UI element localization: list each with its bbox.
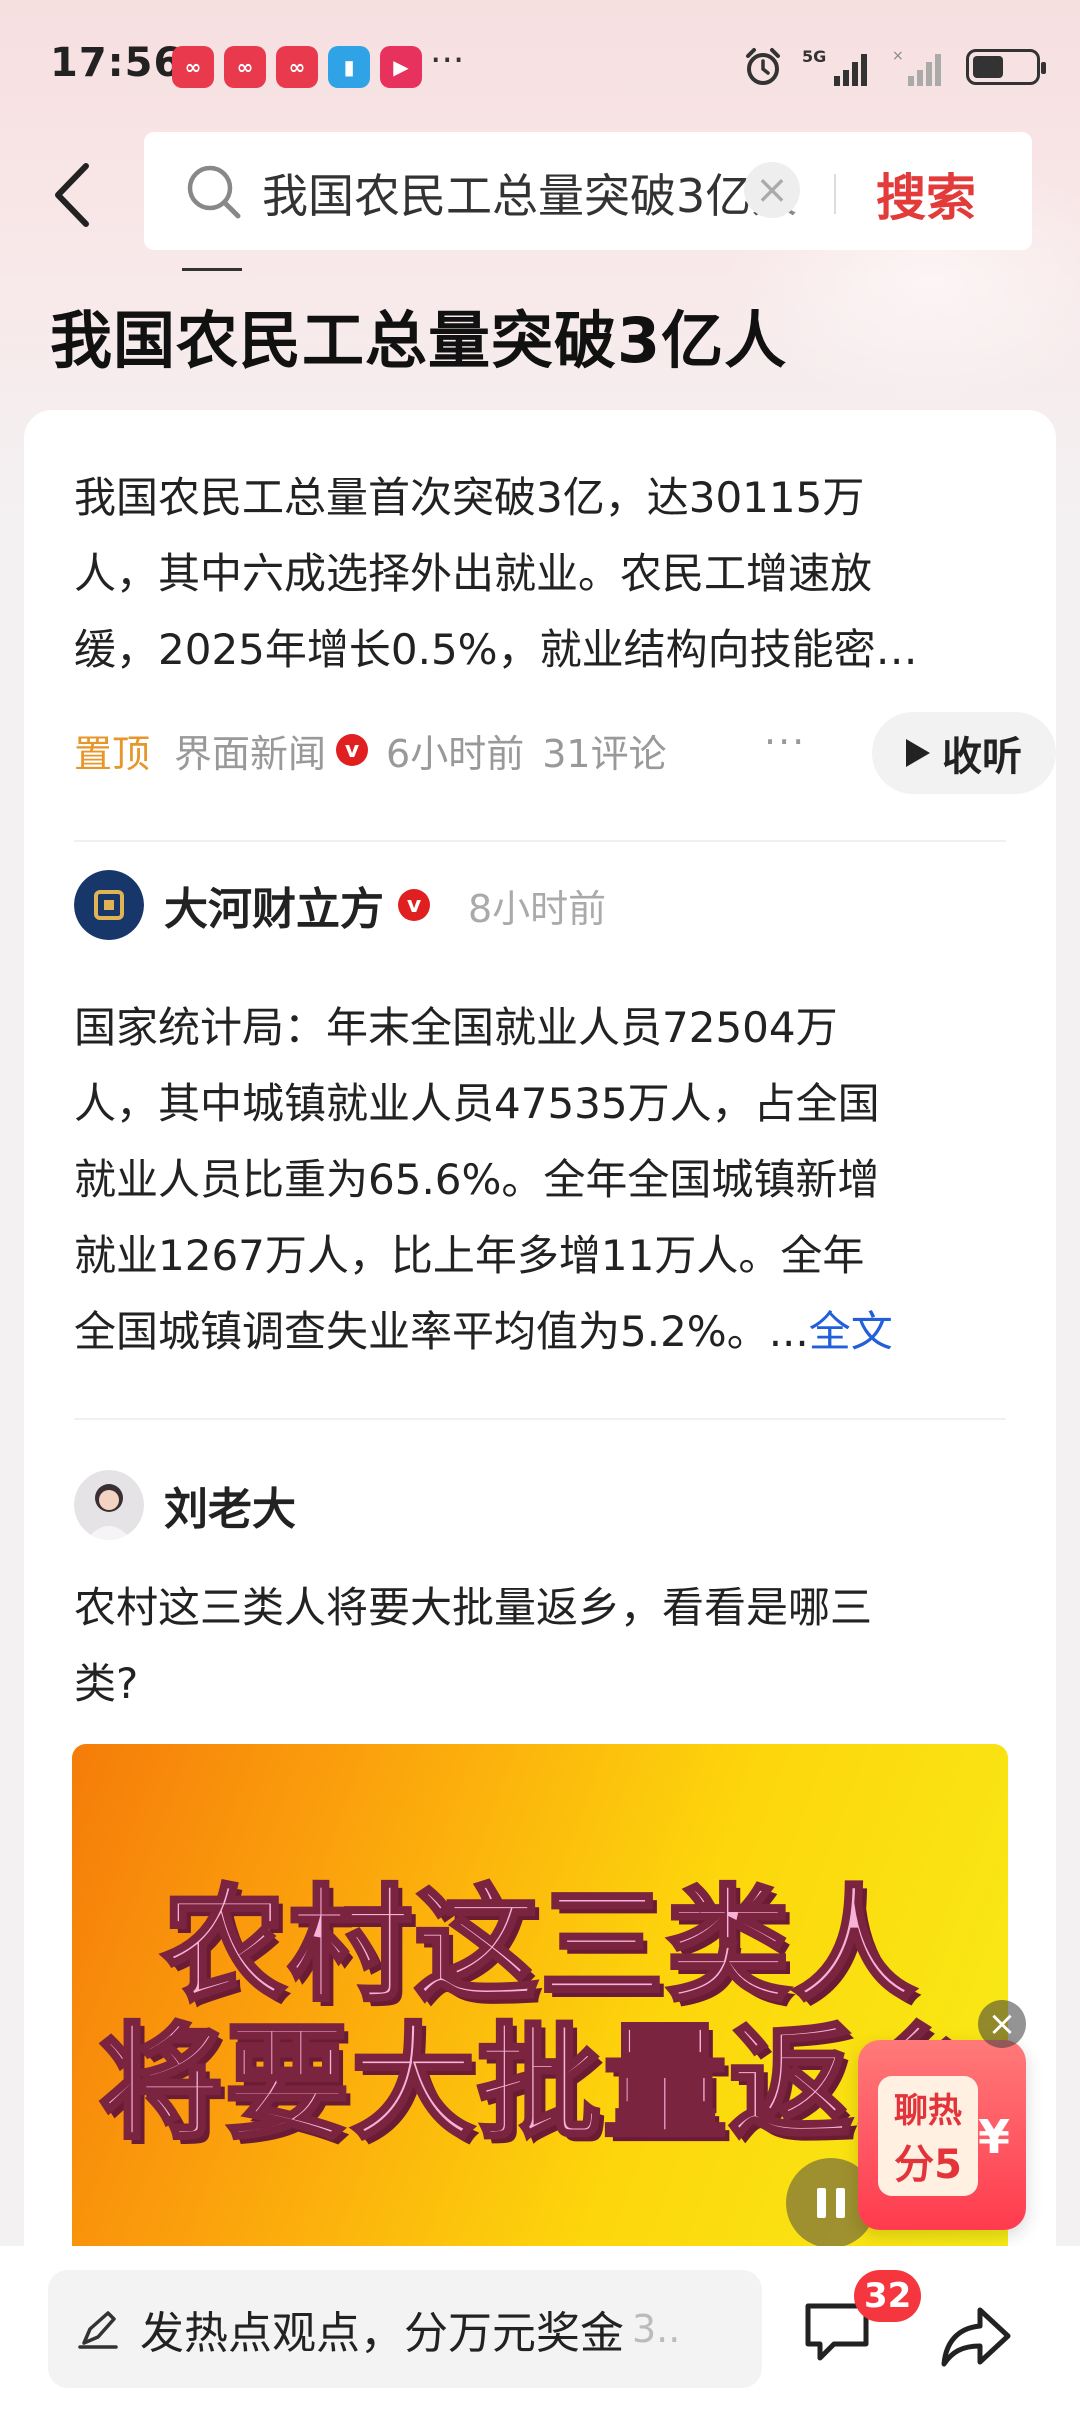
more-notifications-icon: ··· — [430, 40, 465, 81]
notification-icons: ∞ ∞ ∞ ▮ ▶ — [172, 46, 422, 88]
search-button[interactable]: 搜索 — [876, 158, 976, 230]
system-icons: 5G × — [742, 46, 1046, 88]
post-line: 人，其中城镇就业人员47535万人，占全国 — [74, 1079, 880, 1128]
divider — [74, 840, 1006, 842]
source-name[interactable]: 界面新闻 — [174, 723, 326, 778]
svg-text:×: × — [892, 48, 904, 64]
more-options-icon[interactable]: ··· — [764, 720, 806, 764]
author-name[interactable]: 刘老大 — [164, 1473, 296, 1537]
yen-icon: ¥ — [978, 2110, 1011, 2164]
avatar[interactable] — [74, 1470, 144, 1540]
avatar[interactable] — [74, 870, 144, 940]
pinned-label: 置顶 — [74, 731, 151, 776]
comment-suffix: 3.. — [632, 2307, 681, 2351]
back-arrow-icon[interactable] — [48, 160, 98, 230]
full-text-link[interactable]: 全文 — [809, 1307, 893, 1356]
battery-icon — [966, 49, 1046, 85]
status-bar: 17:56 ∞ ∞ ∞ ▮ ▶ ··· 5G × — [0, 0, 1080, 130]
comment-input[interactable]: 发热点观点，分万元奖金 3.. — [48, 2270, 762, 2388]
search-input[interactable]: 我国农民工总量突破3亿人 × 搜索 — [144, 132, 1032, 250]
listen-button[interactable]: 收听 — [872, 712, 1056, 794]
video-icon: ▶ — [380, 46, 422, 88]
post-header[interactable]: 大河财立方 v 8小时前 — [74, 870, 606, 940]
reward-line-1: 聊热 — [894, 2090, 962, 2131]
verified-icon: v — [336, 734, 369, 766]
results-card: 我国农民工总量首次突破3亿，达30115万 人，其中六成选择外出就业。农民工增速… — [24, 410, 1056, 2344]
post-header[interactable]: 刘老大 — [74, 1470, 310, 1540]
post-line: 农村这三类人将要大批量返乡，看看是哪三 — [74, 1583, 873, 1632]
pause-icon — [817, 2188, 826, 2218]
close-icon[interactable]: × — [978, 2000, 1026, 2048]
post-line-last: 全国城镇调查失业率平均值为5.2%。...全文 — [74, 1294, 1014, 1370]
post-line: 国家统计局：年末全国就业人员72504万 — [74, 1003, 838, 1052]
status-time: 17:56 — [50, 40, 183, 86]
signal-weak-icon: × — [892, 48, 941, 86]
reward-card: 聊热 分5 — [878, 2076, 978, 2196]
listen-label: 收听 — [942, 734, 1022, 780]
verified-icon: v — [398, 889, 430, 921]
app-notification-icon: ∞ — [172, 46, 214, 88]
alarm-icon — [746, 48, 780, 85]
post-line: 就业人员比重为65.6%。全年全国城镇新增 — [74, 1155, 880, 1204]
summary-line: 人，其中六成选择外出就业。农民工增速放 — [74, 549, 873, 598]
author-name[interactable]: 大河财立方 — [164, 873, 384, 937]
svg-text:5G: 5G — [802, 47, 826, 66]
comment-count[interactable]: 31评论 — [542, 723, 666, 778]
pen-icon — [78, 2311, 118, 2349]
post-line: 类? — [74, 1659, 139, 1708]
post-line: 就业1267万人，比上年多增11万人。全年 — [74, 1231, 865, 1280]
comment-placeholder: 发热点观点，分万元奖金 — [140, 2308, 624, 2359]
divider — [74, 1418, 1006, 1420]
app-notification-icon: ∞ — [276, 46, 318, 88]
share-icon[interactable] — [938, 2302, 1014, 2372]
reward-line-2: 分5 — [894, 2141, 962, 2188]
bottom-bar: 发热点观点，分万元奖金 3.. 32 — [0, 2246, 1080, 2412]
post-body[interactable]: 国家统计局：年末全国就业人员72504万 人，其中城镇就业人员47535万人，占… — [74, 990, 1014, 1370]
page-title: 我国农民工总量突破3亿人 — [50, 304, 788, 377]
search-icon — [187, 165, 241, 219]
tab-indicator — [182, 268, 242, 271]
clear-search-button[interactable]: × — [744, 162, 800, 218]
summary-line: 我国农民工总量首次突破3亿，达30115万 — [74, 473, 865, 522]
time-ago: 6小时前 — [386, 731, 525, 776]
search-divider — [834, 174, 836, 214]
app-notification-icon: ∞ — [224, 46, 266, 88]
summary-line: 缓，2025年增长0.5%，就业结构向技能密… — [74, 625, 918, 674]
book-icon: ▮ — [328, 46, 370, 88]
post-time: 8小时前 — [468, 886, 607, 931]
post-line-text: 全国城镇调查失业率平均值为5.2%。... — [74, 1307, 809, 1356]
summary-text[interactable]: 我国农民工总量首次突破3亿，达30115万 人，其中六成选择外出就业。农民工增速… — [74, 460, 1014, 688]
play-icon — [906, 739, 930, 767]
post-body[interactable]: 农村这三类人将要大批量返乡，看看是哪三 类? — [74, 1570, 1014, 1722]
hot-topic-reward-widget[interactable]: 聊热 分5 ¥ — [858, 2040, 1026, 2230]
pause-icon — [836, 2188, 845, 2218]
signal-5g-icon: 5G — [802, 47, 867, 86]
comment-count-badge: 32 — [854, 2270, 922, 2322]
summary-meta: 置顶 界面新闻 v 6小时前 31评论 ··· 收听 — [74, 710, 1056, 794]
